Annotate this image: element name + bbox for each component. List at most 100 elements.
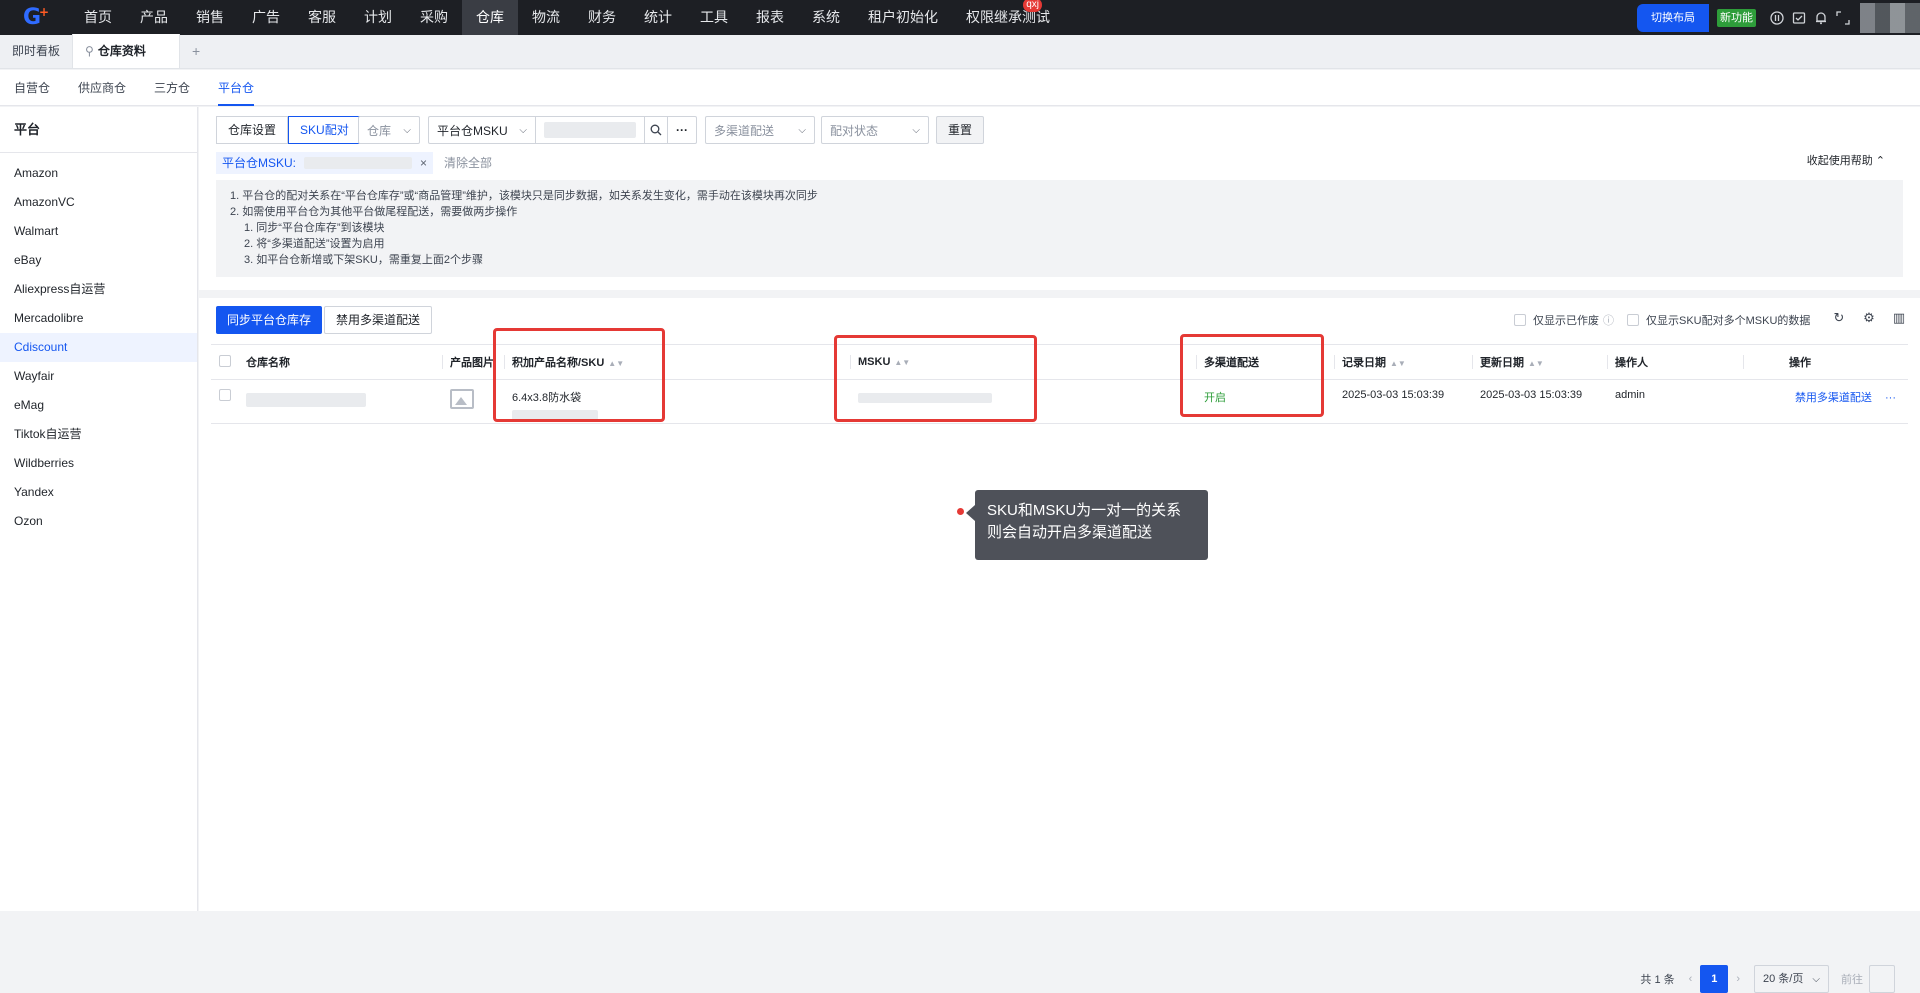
page-tabs: 即时看板 ⚲ 仓库资料 +: [0, 34, 1920, 69]
col-operator-label: 操作人: [1615, 357, 1648, 369]
fullscreen-icon[interactable]: [1832, 7, 1854, 29]
nav-item-plan[interactable]: 计划: [350, 0, 406, 35]
table-row: 6.4x3.8防水袋 开启 2025-03-03 15:03:39 2025-0…: [211, 379, 1908, 424]
pager-next-icon[interactable]: ›: [1736, 973, 1740, 985]
only-show-void-checkbox[interactable]: 仅显示已作废 ⓘ: [1514, 312, 1614, 328]
switch-layout-button[interactable]: 切换布局: [1637, 3, 1709, 32]
multichannel-select[interactable]: 多渠道配送 ⌵: [705, 116, 815, 144]
tab-dashboard[interactable]: 即时看板: [0, 34, 72, 68]
reset-button[interactable]: 重置: [936, 116, 985, 144]
msku-search-input[interactable]: [535, 116, 645, 144]
sidebar-item-amazon[interactable]: Amazon: [0, 159, 197, 188]
nav-item-service[interactable]: 客服: [294, 0, 350, 35]
sidebar-item-cdiscount[interactable]: Cdiscount: [0, 333, 197, 362]
nav-item-purchase[interactable]: 采购: [406, 0, 462, 35]
task-check-icon[interactable]: [1788, 7, 1810, 29]
match-status-select[interactable]: 配对状态 ⌵: [821, 116, 929, 144]
user-avatar[interactable]: [1860, 2, 1920, 33]
only-show-multi-msku-checkbox[interactable]: 仅显示SKU配对多个MSKU的数据: [1627, 312, 1810, 328]
col-update-date-label: 更新日期: [1480, 357, 1524, 369]
bell-icon[interactable]: [1810, 7, 1832, 29]
nav-item-home[interactable]: 首页: [70, 0, 126, 35]
msku-type-select[interactable]: 平台仓MSKU ⌵: [428, 116, 536, 144]
sidebar-item-mercadolibre[interactable]: Mercadolibre: [0, 304, 197, 333]
tab-warehouse-data[interactable]: ⚲ 仓库资料: [72, 34, 181, 68]
col-update-date[interactable]: 更新日期 ▲▼: [1472, 344, 1607, 380]
highlight-box-msku: [834, 335, 1037, 422]
new-feature-button[interactable]: 新功能: [1717, 8, 1756, 27]
sidebar-item-walmart[interactable]: Walmart: [0, 217, 197, 246]
sidebar-item-ozon[interactable]: Ozon: [0, 507, 197, 536]
clear-all-link[interactable]: 清除全部: [444, 152, 492, 174]
pager-prev-icon[interactable]: ‹: [1689, 973, 1693, 985]
nav-item-tools[interactable]: 工具: [686, 0, 742, 35]
col-record-date[interactable]: 记录日期 ▲▼: [1334, 344, 1472, 380]
sidebar-item-yandex[interactable]: Yandex: [0, 478, 197, 507]
columns-icon[interactable]: ▥: [1889, 310, 1909, 326]
search-button[interactable]: [644, 116, 668, 144]
warehouse-settings-button[interactable]: 仓库设置: [216, 116, 289, 144]
app-logo[interactable]: G+: [0, 0, 70, 35]
subtab-platform-warehouse[interactable]: 平台仓: [204, 70, 268, 106]
nav-item-ads[interactable]: 广告: [238, 0, 294, 35]
sidebar-item-aliexpress[interactable]: Aliexpress自运营: [0, 275, 197, 304]
subtab-supplier-warehouse[interactable]: 供应商仓: [64, 70, 140, 106]
sort-icon[interactable]: ▲▼: [1528, 359, 1544, 368]
nav-item-product[interactable]: 产品: [126, 0, 182, 35]
sync-platform-inventory-button[interactable]: 同步平台仓库存: [216, 306, 323, 334]
subtab-third-party-warehouse[interactable]: 三方仓: [140, 70, 204, 106]
close-icon[interactable]: ×: [420, 152, 427, 174]
pin-icon[interactable]: ⚲: [85, 44, 94, 58]
more-options-button[interactable]: ···: [667, 116, 697, 144]
checkbox[interactable]: [1514, 314, 1526, 326]
refresh-icon[interactable]: ↻: [1829, 310, 1849, 326]
nav-item-permission-test[interactable]: 权限继承测试 qxj: [952, 0, 1064, 35]
cell-record-date: 2025-03-03 15:03:39: [1334, 379, 1472, 424]
nav-item-system[interactable]: 系统: [798, 0, 854, 35]
sidebar-item-wildberries[interactable]: Wildberries: [0, 449, 197, 478]
add-tab-button[interactable]: +: [180, 34, 212, 68]
nav-item-sales[interactable]: 销售: [182, 0, 238, 35]
row-checkbox[interactable]: [219, 389, 231, 401]
nav-item-stats[interactable]: 统计: [630, 0, 686, 35]
table-header-row: 仓库名称 产品图片 积加产品名称/SKU ▲▼ MSKU ▲▼ 多渠道配送 记录日期…: [211, 344, 1908, 380]
highlight-box-multichannel: [1180, 334, 1324, 417]
help-line: 2. 将“多渠道配送”设置为启用: [244, 238, 385, 250]
tooltip-line: SKU和MSKU为一对一的关系: [987, 502, 1182, 519]
disable-multichannel-button[interactable]: 禁用多渠道配送: [324, 306, 433, 334]
chevron-down-icon: ⌵: [519, 124, 527, 136]
select-all-checkbox[interactable]: [219, 354, 231, 367]
warehouse-select[interactable]: 仓库 ⌵: [358, 116, 420, 144]
nav-item-finance[interactable]: 财务: [574, 0, 630, 35]
subtab-own-warehouse[interactable]: 自营仓: [0, 70, 64, 106]
cell-operator: admin: [1607, 379, 1743, 424]
chevron-down-icon: ⌵: [1812, 974, 1820, 985]
sidebar-item-ebay[interactable]: eBay: [0, 246, 197, 275]
page-size-select[interactable]: 20 条/页 ⌵: [1753, 965, 1829, 993]
pager-page-1[interactable]: 1: [1700, 965, 1729, 993]
nav-item-logistics[interactable]: 物流: [518, 0, 574, 35]
pagination: 共 1 条 ‹ 1 › 20 条/页 ⌵ 前往: [1640, 965, 1895, 993]
col-actions: 操作: [1743, 344, 1908, 380]
sidebar-item-tiktok[interactable]: Tiktok自运营: [0, 420, 197, 449]
nav-item-tenant-init[interactable]: 租户初始化: [854, 0, 952, 35]
sku-match-button[interactable]: SKU配对: [288, 116, 361, 144]
platform-list: Amazon AmazonVC Walmart eBay Aliexpress自…: [0, 153, 197, 536]
help-line: 3. 如平台仓新增或下架SKU，需重复上面2个步骤: [244, 254, 483, 266]
checkbox[interactable]: [1627, 314, 1639, 326]
nav-item-warehouse[interactable]: 仓库: [462, 0, 518, 35]
row-select-cell: [211, 379, 238, 424]
pager-jump-input[interactable]: [1869, 965, 1895, 993]
sidebar-item-emag[interactable]: eMag: [0, 391, 197, 420]
nav-item-reports[interactable]: 报表: [742, 0, 798, 35]
chevron-down-icon: ⌵: [798, 124, 806, 136]
help-circle-icon[interactable]: [1766, 7, 1788, 29]
collapse-help-toggle[interactable]: 收起使用帮助 ⌃: [1807, 150, 1885, 172]
only-show-multi-msku-label: 仅显示SKU配对多个MSKU的数据: [1646, 315, 1811, 327]
sidebar-item-amazonvc[interactable]: AmazonVC: [0, 188, 197, 217]
settings-gear-icon[interactable]: ⚙: [1859, 310, 1879, 326]
sidebar-item-wayfair[interactable]: Wayfair: [0, 362, 197, 391]
row-more-icon[interactable]: ···: [1885, 392, 1896, 404]
sort-icon[interactable]: ▲▼: [1390, 359, 1406, 368]
disable-multichannel-link[interactable]: 禁用多渠道配送: [1795, 392, 1872, 404]
